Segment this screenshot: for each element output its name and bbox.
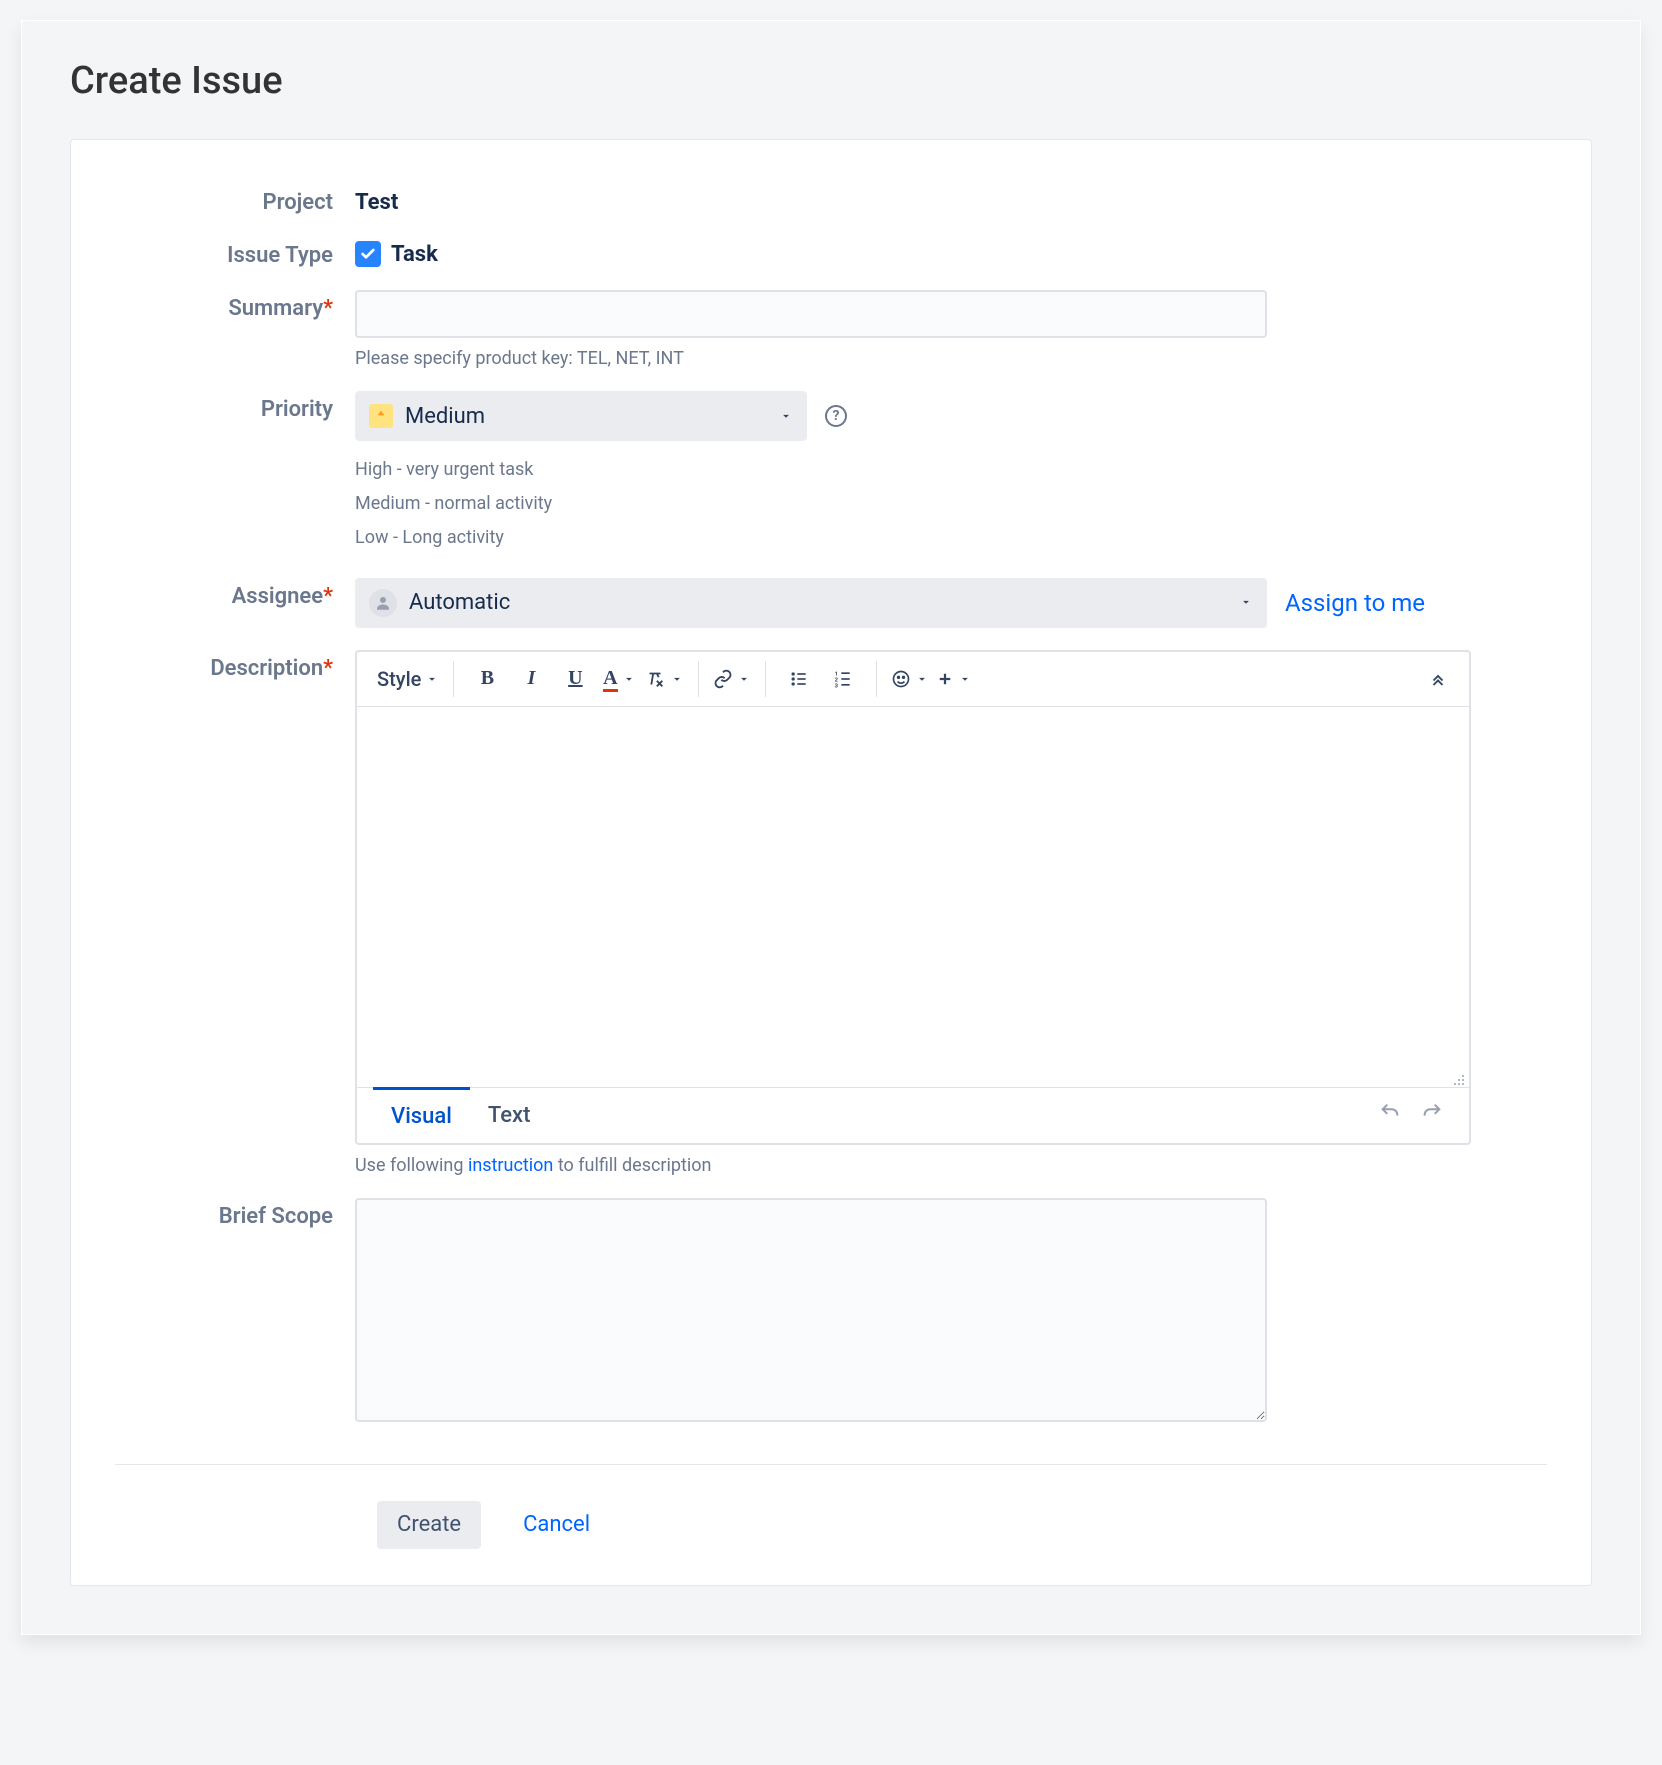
assignee-value: Automatic: [409, 590, 510, 615]
label-assignee: Assignee*: [115, 578, 355, 609]
priority-value: Medium: [405, 404, 485, 429]
label-description: Description*: [115, 650, 355, 681]
collapse-toolbar-button[interactable]: [1419, 660, 1457, 698]
editor-toolbar: Style B I U A: [357, 652, 1469, 707]
italic-button[interactable]: I: [512, 660, 550, 698]
help-icon[interactable]: ?: [825, 405, 847, 427]
priority-legend: High - very urgent task Medium - normal …: [355, 453, 1547, 556]
label-issue-type: Issue Type: [115, 237, 355, 268]
form-card: Project Test Issue Type Task Summary*: [70, 139, 1592, 1586]
assign-to-me-link[interactable]: Assign to me: [1285, 589, 1425, 617]
description-help: Use following instruction to fulfill des…: [355, 1155, 1547, 1176]
number-list-button[interactable]: 123: [824, 660, 862, 698]
row-summary: Summary* Please specify product key: TEL…: [115, 290, 1547, 369]
row-description: Description* Style B I: [115, 650, 1547, 1176]
value-issue-type: Task: [355, 237, 438, 267]
row-brief-scope: Brief Scope: [115, 1198, 1547, 1428]
link-button[interactable]: [713, 660, 751, 698]
priority-medium-icon: [369, 404, 393, 428]
assignee-select[interactable]: Automatic: [355, 578, 1267, 628]
style-dropdown[interactable]: Style: [377, 660, 439, 698]
page-container: Create Issue Project Test Issue Type Tas…: [21, 20, 1641, 1635]
label-summary: Summary*: [115, 290, 355, 321]
underline-button[interactable]: U: [556, 660, 594, 698]
resize-handle-icon[interactable]: [1449, 1067, 1465, 1083]
rich-text-editor: Style B I U A: [355, 650, 1471, 1145]
priority-select[interactable]: Medium: [355, 391, 807, 441]
task-icon: [355, 241, 381, 267]
legend-low: Low - Long activity: [355, 521, 1547, 555]
chevron-down-icon: [779, 404, 793, 429]
svg-text:3: 3: [835, 683, 839, 689]
row-priority: Priority Medium ? High - very: [115, 391, 1547, 556]
summary-help: Please specify product key: TEL, NET, IN…: [355, 348, 1547, 369]
editor-textarea[interactable]: [357, 707, 1469, 1087]
bold-button[interactable]: B: [468, 660, 506, 698]
summary-input[interactable]: [355, 290, 1267, 338]
tab-visual[interactable]: Visual: [373, 1087, 470, 1143]
tab-text[interactable]: Text: [470, 1089, 549, 1142]
redo-button[interactable]: [1411, 1091, 1453, 1139]
undo-button[interactable]: [1369, 1091, 1411, 1139]
bullet-list-button[interactable]: [780, 660, 818, 698]
issue-type-text: Task: [391, 242, 438, 267]
legend-high: High - very urgent task: [355, 453, 1547, 487]
chevron-down-icon: [1239, 590, 1253, 615]
row-assignee: Assignee* Automatic Assign to me: [115, 578, 1547, 628]
label-project: Project: [115, 184, 355, 215]
value-project: Test: [355, 184, 398, 215]
row-issue-type: Issue Type Task: [115, 237, 1547, 268]
editor-tabs: Visual Text: [357, 1087, 1469, 1143]
create-button[interactable]: Create: [377, 1501, 481, 1549]
label-brief-scope: Brief Scope: [115, 1198, 355, 1229]
label-priority: Priority: [115, 391, 355, 422]
insert-more-button[interactable]: [935, 660, 973, 698]
cancel-button[interactable]: Cancel: [503, 1501, 610, 1549]
form-actions: Create Cancel: [115, 1464, 1547, 1549]
instruction-link[interactable]: instruction: [468, 1155, 553, 1176]
legend-medium: Medium - normal activity: [355, 487, 1547, 521]
brief-scope-textarea[interactable]: [355, 1198, 1267, 1422]
emoji-button[interactable]: [891, 660, 929, 698]
row-project: Project Test: [115, 184, 1547, 215]
text-color-button[interactable]: A: [600, 660, 638, 698]
avatar-icon: [369, 589, 397, 617]
page-title: Create Issue: [70, 59, 1592, 103]
clear-format-button[interactable]: [644, 660, 684, 698]
